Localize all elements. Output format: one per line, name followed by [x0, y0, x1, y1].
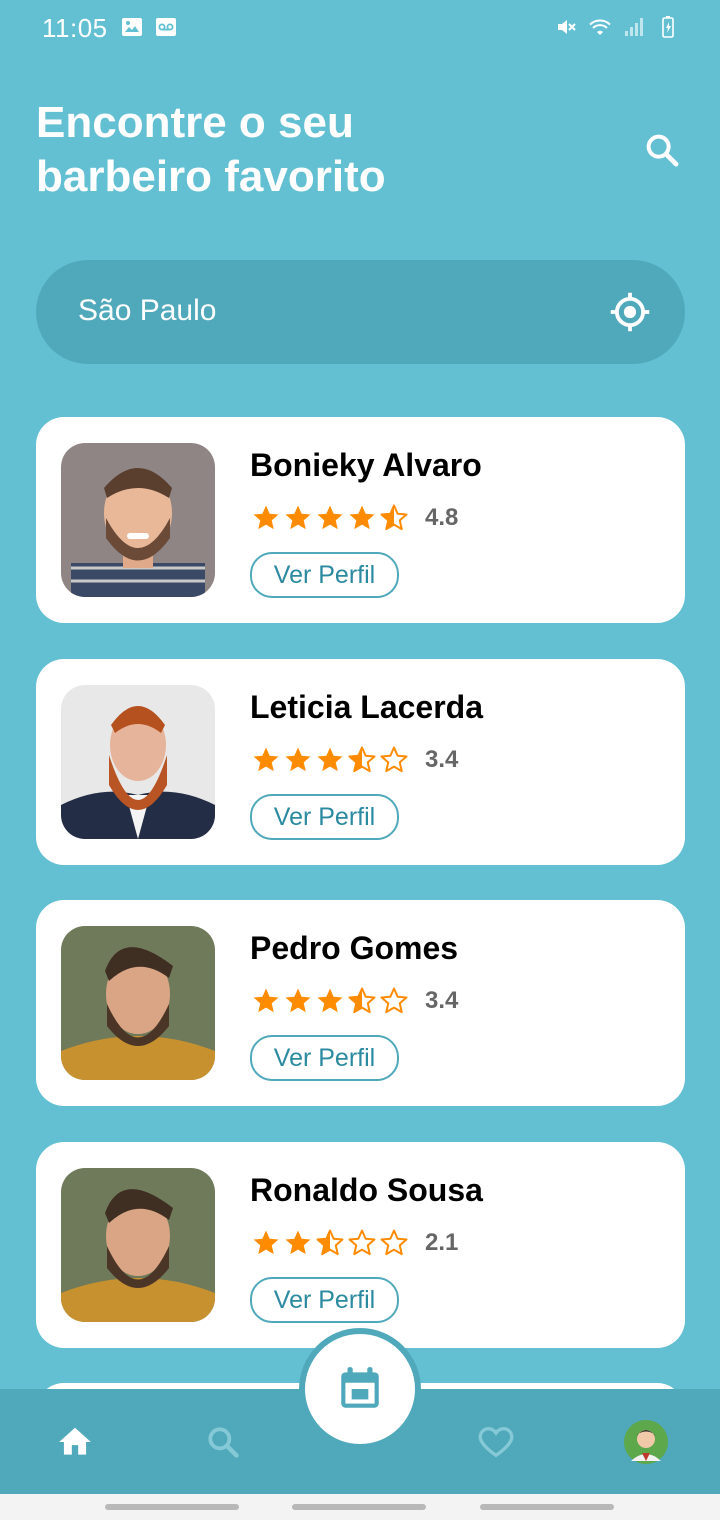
- signal-icon: [625, 18, 643, 36]
- wifi-icon: [589, 19, 611, 35]
- tab-profile[interactable]: [622, 1418, 670, 1466]
- search-icon: [208, 1427, 239, 1458]
- barber-name: Leticia Lacerda: [250, 689, 483, 725]
- star-half-icon: [380, 504, 408, 531]
- view-profile-button[interactable]: Ver Perfil: [250, 794, 399, 840]
- barber-name: Pedro Gomes: [250, 930, 459, 966]
- image-icon: [122, 18, 142, 36]
- star-half-icon: [316, 1229, 344, 1256]
- location-bar[interactable]: São Paulo: [36, 260, 685, 364]
- star-full-icon: [317, 747, 343, 772]
- barber-name: Ronaldo Sousa: [250, 1172, 483, 1208]
- barber-card[interactable]: Pedro Gomes 3.4 Ver Perfil: [36, 900, 685, 1106]
- rating-value: 3.4: [425, 987, 459, 1014]
- rating-value: 3.4: [425, 746, 459, 773]
- star-full-icon: [253, 747, 279, 772]
- star-half-icon: [348, 746, 376, 773]
- nav-home[interactable]: [292, 1504, 426, 1510]
- barber-card[interactable]: Leticia Lacerda 3.4 Ver Perfil: [36, 659, 685, 865]
- star-half-icon: [348, 987, 376, 1014]
- star-empty-icon: [380, 1229, 408, 1256]
- search-icon: [646, 134, 679, 167]
- tab-home[interactable]: [51, 1418, 99, 1466]
- barber-avatar: [61, 685, 215, 839]
- location-field[interactable]: São Paulo: [78, 294, 216, 328]
- tab-search[interactable]: [199, 1418, 247, 1466]
- rating-value: 4.8: [425, 504, 459, 531]
- rating-value: 2.1: [425, 1229, 459, 1256]
- nav-recent[interactable]: [105, 1504, 239, 1510]
- rating-stars: 3.4: [251, 745, 458, 775]
- profile-avatar: [624, 1420, 668, 1464]
- system-nav-bar: [0, 1494, 720, 1520]
- home-icon: [59, 1427, 91, 1455]
- page-title: Encontre o seu barbeiro favorito: [36, 96, 556, 204]
- barber-name: Bonieky Alvaro: [250, 447, 482, 483]
- nav-back[interactable]: [480, 1504, 614, 1510]
- view-profile-button[interactable]: Ver Perfil: [250, 1035, 399, 1081]
- rating-stars: 3.4: [251, 986, 458, 1016]
- star-full-icon: [253, 505, 279, 530]
- rating-stars: 2.1: [251, 1228, 458, 1258]
- battery-icon: [662, 16, 674, 38]
- title-line-1: Encontre o seu: [36, 98, 354, 147]
- star-full-icon: [285, 505, 311, 530]
- status-time: 11:05: [42, 13, 108, 43]
- header-search-button[interactable]: [638, 126, 686, 174]
- barber-card[interactable]: Bonieky Alvaro 4.8 Ver Perfil: [36, 417, 685, 623]
- status-bar: 11:05: [0, 0, 720, 56]
- rating-stars: 4.8: [251, 503, 458, 533]
- voicemail-icon: [156, 18, 176, 36]
- star-full-icon: [253, 1230, 279, 1255]
- appointments-button[interactable]: [305, 1334, 415, 1444]
- barber-avatar: [61, 443, 215, 597]
- my-location-icon: [610, 292, 650, 332]
- star-empty-icon: [380, 746, 408, 773]
- title-line-2: barbeiro favorito: [36, 152, 386, 201]
- barber-card[interactable]: Ronaldo Sousa 2.1 Ver Perfil: [36, 1142, 685, 1348]
- star-full-icon: [317, 988, 343, 1013]
- heart-icon: [478, 1426, 514, 1458]
- tab-favorites[interactable]: [472, 1418, 520, 1466]
- calendar-icon: [341, 1367, 379, 1408]
- star-full-icon: [317, 505, 343, 530]
- star-full-icon: [349, 505, 375, 530]
- star-empty-icon: [348, 1229, 376, 1256]
- mute-icon: [558, 20, 576, 34]
- star-full-icon: [285, 1230, 311, 1255]
- locate-button[interactable]: [609, 291, 651, 333]
- star-empty-icon: [380, 987, 408, 1014]
- star-full-icon: [253, 988, 279, 1013]
- star-full-icon: [285, 747, 311, 772]
- barber-avatar: [61, 1168, 215, 1322]
- view-profile-button[interactable]: Ver Perfil: [250, 1277, 399, 1323]
- barber-avatar: [61, 926, 215, 1080]
- view-profile-button[interactable]: Ver Perfil: [250, 552, 399, 598]
- star-full-icon: [285, 988, 311, 1013]
